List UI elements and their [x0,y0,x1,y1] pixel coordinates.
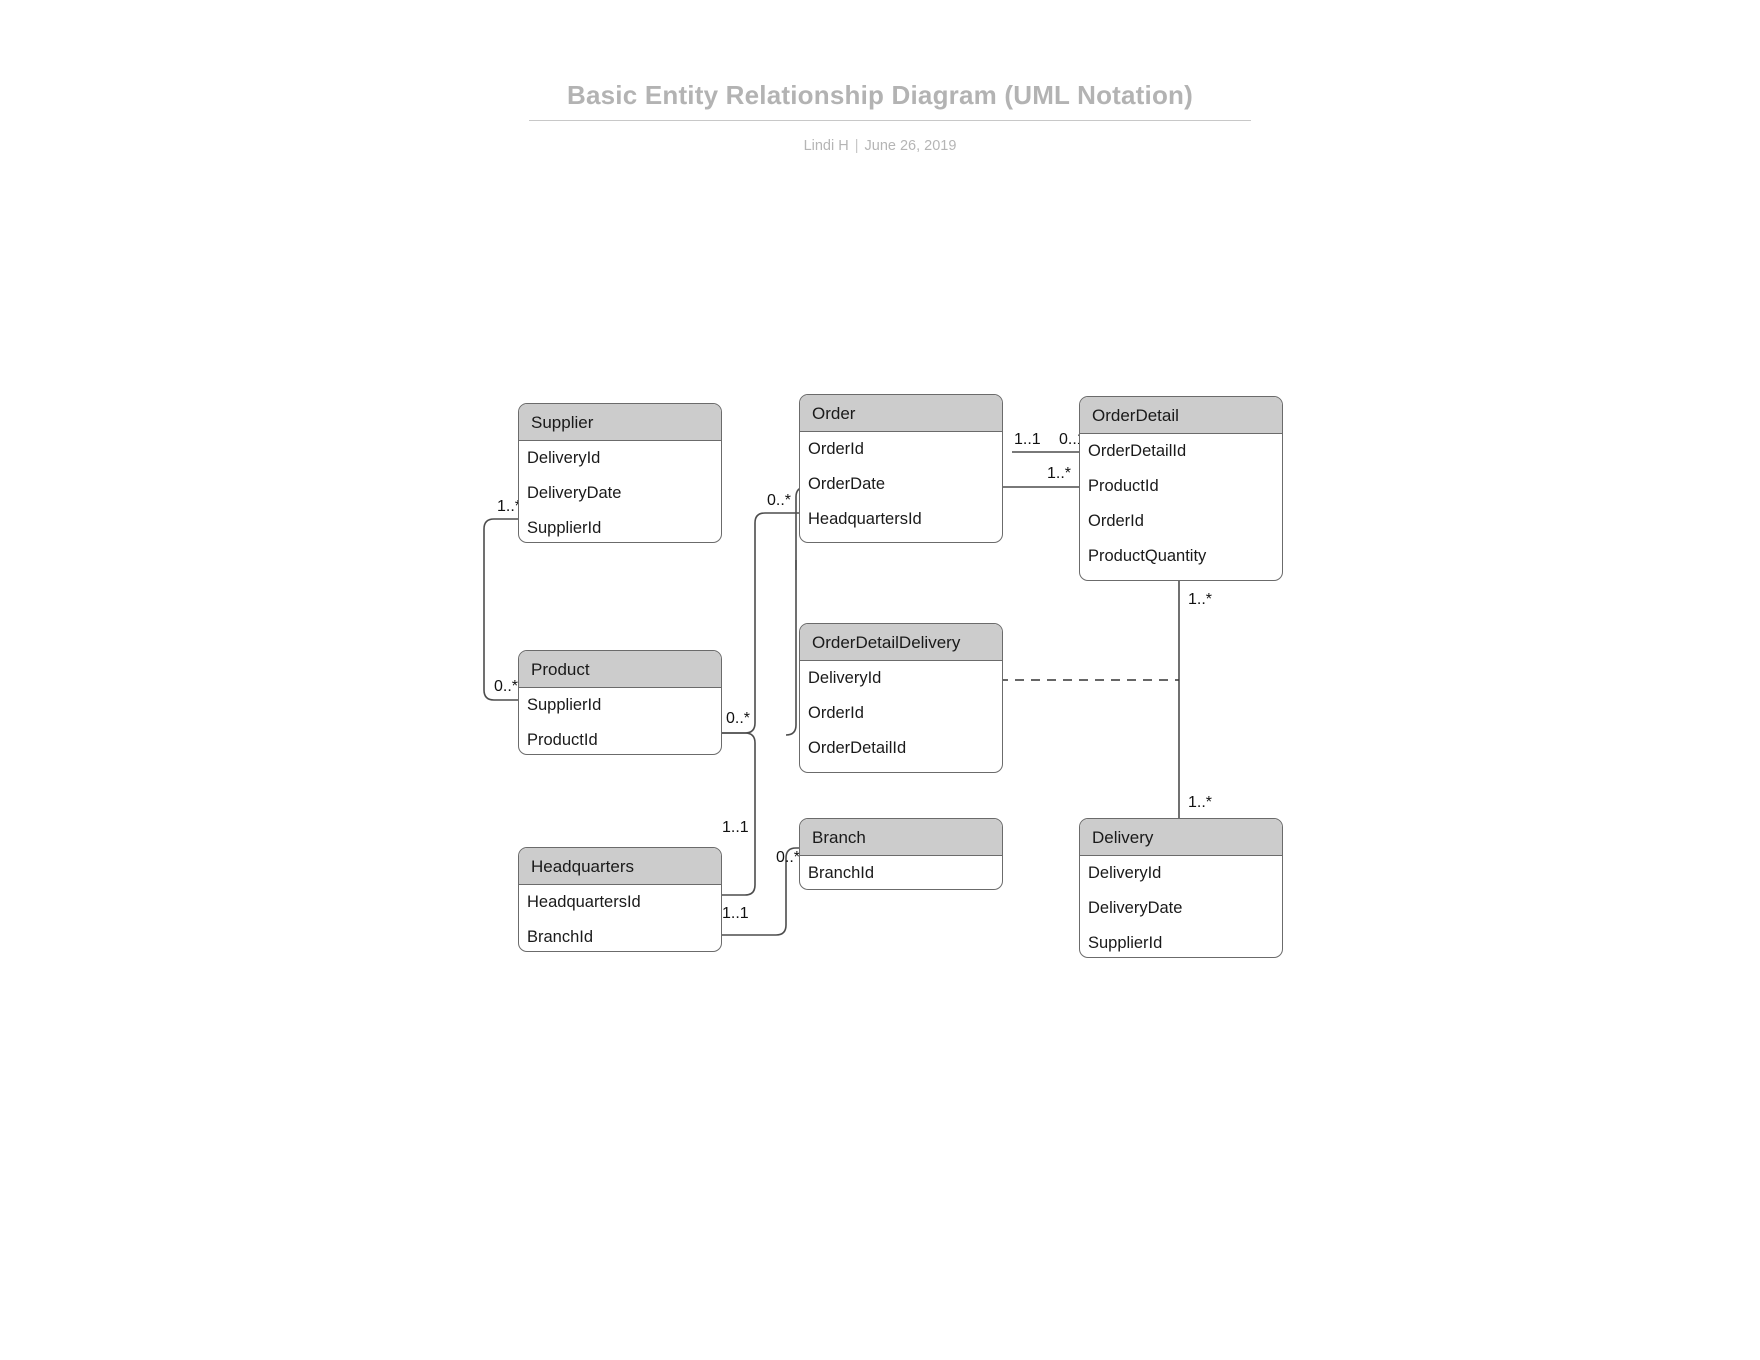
cardinality-delivery-to-orderdetail-target: 1..* [1188,794,1213,811]
entity-headquarters-attributes: HeadquartersId BranchId [519,885,721,951]
entity-delivery[interactable]: Delivery DeliveryId DeliveryDate Supplie… [1079,818,1283,958]
entity-supplier[interactable]: Supplier DeliveryId DeliveryDate Supplie… [518,403,722,543]
attribute-row: DeliveryDate [1088,899,1183,917]
entity-order[interactable]: Order OrderId OrderDate HeadquartersId [799,394,1003,543]
entity-headquarters[interactable]: Headquarters HeadquartersId BranchId [518,847,722,952]
entity-orderdetaildelivery-attributes: DeliveryId OrderId OrderDetailId [800,661,1002,766]
entity-supplier-title: Supplier [519,404,721,441]
attribute-row: HeadquartersId [808,510,922,528]
attribute-row: ProductId [1088,477,1159,495]
attribute-row: BranchId [808,864,875,882]
attribute-row: OrderDetailId [808,739,907,757]
attribute-row: DeliveryId [527,449,601,467]
entity-orderdetail-title: OrderDetail [1080,397,1282,434]
cardinality-product-to-headquarters-source: 1..1 [722,819,749,836]
attribute-row: BranchId [527,928,594,946]
attribute-row: OrderDetailId [1088,442,1187,460]
entity-order-title: Order [800,395,1002,432]
connector-supplier-product [483,518,518,701]
entity-product[interactable]: Product SupplierId ProductId [518,650,722,755]
attribute-row: OrderId [1088,512,1144,530]
attribute-row: DeliveryId [1088,864,1162,882]
cardinality-order-to-product-source: 0..* [767,492,792,509]
attribute-row: SupplierId [527,519,602,537]
attribute-row: OrderId [808,704,864,722]
entity-supplier-attributes: DeliveryId DeliveryDate SupplierId [519,441,721,542]
attribute-row: DeliveryId [808,669,882,687]
entity-branch-attributes: BranchId [800,856,1002,889]
entity-product-title: Product [519,651,721,688]
attribute-row: OrderDate [808,475,886,493]
attribute-row: SupplierId [1088,934,1163,952]
entity-delivery-title: Delivery [1080,819,1282,856]
entity-orderdetaildelivery[interactable]: OrderDetailDelivery DeliveryId OrderId O… [799,623,1003,773]
cardinality-orderdetail-to-product-target: 1..* [1047,465,1072,482]
attribute-row: ProductQuantity [1088,547,1207,565]
attribute-row: OrderId [808,440,864,458]
cardinality-branch-to-headquarters-target: 0..* [776,849,801,866]
cardinality-order-to-orderdetail-source: 1..1 [1014,431,1041,448]
attribute-row: HeadquartersId [527,893,641,911]
entity-orderdetail-attributes: OrderDetailId ProductId OrderId ProductQ… [1080,434,1282,574]
entity-orderdetail[interactable]: OrderDetail OrderDetailId ProductId Orde… [1079,396,1283,581]
attribute-row: DeliveryDate [527,484,622,502]
cardinality-orderdetail-to-delivery-source: 1..* [1188,591,1213,608]
cardinality-order-to-product-target: 0..* [726,710,751,727]
cardinality-headquarters-to-branch-source: 1..1 [722,905,749,922]
entity-order-attributes: OrderId OrderDate HeadquartersId [800,432,1002,537]
attribute-row: SupplierId [527,696,602,714]
er-diagram-canvas: 1..* 0..* 0..* 0..* 1..1 0..1 1..* 1..* … [0,0,1760,1360]
connector-order-product [722,512,799,734]
cardinality-supplier-to-product-target: 0..* [494,678,519,695]
entity-branch[interactable]: Branch BranchId [799,818,1003,890]
entity-orderdetaildelivery-title: OrderDetailDelivery [800,624,1002,661]
connector-product-headquarters [722,732,756,896]
entity-product-attributes: SupplierId ProductId [519,688,721,754]
attribute-row: ProductId [527,731,598,749]
entity-branch-title: Branch [800,819,1002,856]
entity-headquarters-title: Headquarters [519,848,721,885]
entity-delivery-attributes: DeliveryId DeliveryDate SupplierId [1080,856,1282,957]
